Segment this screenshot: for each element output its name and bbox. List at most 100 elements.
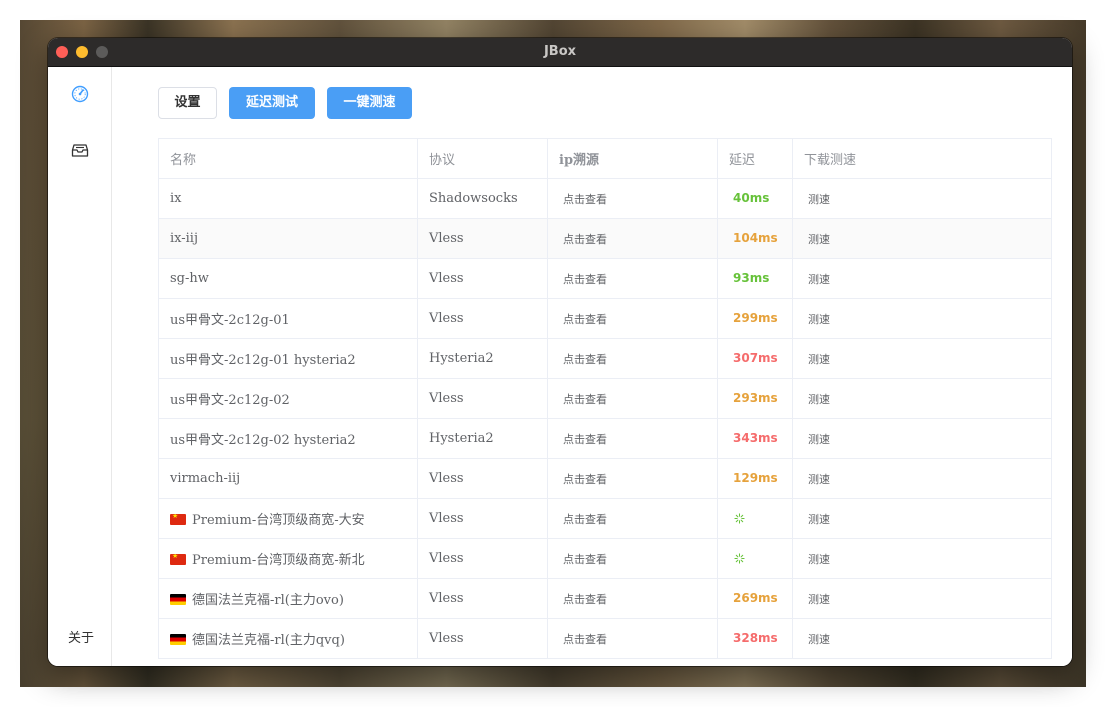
table-row[interactable]: us甲骨文-2c12g-02 hysteria2 Hysteria2 点击查看 343… <box>158 418 1052 459</box>
speed-test-link[interactable]: 测速 <box>804 233 830 246</box>
table-row[interactable]: us甲骨文-2c12g-01 Vless 点击查看 299ms 测速 <box>158 298 1052 339</box>
table-row[interactable]: 德国法兰克福-rl(主力qvq) Vless 点击查看 328ms 测速 <box>158 618 1052 659</box>
view-ip-link[interactable]: 点击查看 <box>559 513 607 526</box>
speed-test-link[interactable]: 测速 <box>804 593 830 606</box>
protocol-cell: Vless <box>417 378 548 419</box>
loading-spinner-icon <box>734 553 745 564</box>
table-row[interactable]: 德国法兰克福-rl(主力ovo) Vless 点击查看 269ms 测速 <box>158 578 1052 619</box>
latency-cell: 40ms <box>717 178 793 219</box>
ip-trace-cell: 点击查看 <box>547 378 718 419</box>
latency-value: 328ms <box>733 631 778 645</box>
latency-value: 129ms <box>733 471 778 485</box>
node-name: 德国法兰克福-rl(主力ovo) <box>192 593 344 608</box>
download-cell: 测速 <box>792 218 1052 259</box>
table-row[interactable]: sg-hw Vless 点击查看 93ms 测速 <box>158 258 1052 299</box>
view-ip-link[interactable]: 点击查看 <box>559 593 607 606</box>
node-name: 德国法兰克福-rl(主力qvq) <box>192 633 345 648</box>
flag-china-icon <box>170 554 186 565</box>
node-name-cell: 德国法兰克福-rl(主力ovo) <box>158 578 418 619</box>
speed-test-link[interactable]: 测速 <box>804 553 830 566</box>
node-name-cell: us甲骨文-2c12g-01 <box>158 298 418 339</box>
protocol-cell: Shadowsocks <box>417 178 548 219</box>
protocol-cell: Vless <box>417 218 548 259</box>
table-row[interactable]: ix Shadowsocks 点击查看 40ms 测速 <box>158 178 1052 219</box>
ip-trace-cell: 点击查看 <box>547 538 718 579</box>
view-ip-link[interactable]: 点击查看 <box>559 193 607 206</box>
speed-test-link[interactable]: 测速 <box>804 193 830 206</box>
latency-value: 40ms <box>733 191 770 205</box>
protocol-cell: Vless <box>417 538 548 579</box>
view-ip-link[interactable]: 点击查看 <box>559 393 607 406</box>
ip-trace-cell: 点击查看 <box>547 298 718 339</box>
loading-spinner-icon <box>734 513 745 524</box>
download-cell: 测速 <box>792 538 1052 579</box>
table-header-row: 名称 协议 ip溯源 延迟 下载测速 <box>158 138 1052 179</box>
latency-value: 269ms <box>733 591 778 605</box>
speed-test-link[interactable]: 测速 <box>804 633 830 646</box>
node-name: us甲骨文-2c12g-01 <box>170 313 290 328</box>
window-title: JBox <box>543 44 577 59</box>
header-name: 名称 <box>158 138 418 179</box>
view-ip-link[interactable]: 点击查看 <box>559 633 607 646</box>
view-ip-link[interactable]: 点击查看 <box>559 233 607 246</box>
node-name: virmach-iij <box>170 471 241 486</box>
download-cell: 测速 <box>792 298 1052 339</box>
flag-germany-icon <box>170 594 186 605</box>
table-row[interactable]: us甲骨文-2c12g-02 Vless 点击查看 293ms 测速 <box>158 378 1052 419</box>
latency-value: 104ms <box>733 231 778 245</box>
main-content: 设置 延迟测试 一键测速 名称 协议 ip溯源 延迟 下载测速 ix Shadow… <box>112 67 1072 666</box>
view-ip-link[interactable]: 点击查看 <box>559 273 607 286</box>
node-name-cell: Premium-台湾顶级商宽-新北 <box>158 538 418 579</box>
speed-test-link[interactable]: 测速 <box>804 393 830 406</box>
ip-trace-cell: 点击查看 <box>547 218 718 259</box>
latency-value: 93ms <box>733 271 770 285</box>
view-ip-link[interactable]: 点击查看 <box>559 313 607 326</box>
table-row[interactable]: Premium-台湾顶级商宽-新北 Vless 点击查看 测速 <box>158 538 1052 579</box>
speed-test-link[interactable]: 测速 <box>804 473 830 486</box>
protocol-cell: Vless <box>417 618 548 659</box>
view-ip-link[interactable]: 点击查看 <box>559 353 607 366</box>
ip-trace-cell: 点击查看 <box>547 338 718 379</box>
node-name: ix-iij <box>170 231 198 246</box>
table-row[interactable]: us甲骨文-2c12g-01 hysteria2 Hysteria2 点击查看 307… <box>158 338 1052 379</box>
latency-cell: 269ms <box>717 578 793 619</box>
ip-trace-cell: 点击查看 <box>547 258 718 299</box>
latency-cell: 328ms <box>717 618 793 659</box>
download-cell: 测速 <box>792 378 1052 419</box>
node-name-cell: ix-iij <box>158 218 418 259</box>
node-name-cell: us甲骨文-2c12g-01 hysteria2 <box>158 338 418 379</box>
speed-test-link[interactable]: 测速 <box>804 433 830 446</box>
latency-test-button[interactable]: 延迟测试 <box>229 87 315 119</box>
flag-germany-icon <box>170 634 186 645</box>
one-click-speed-test-button[interactable]: 一键测速 <box>327 87 412 119</box>
speed-test-link[interactable]: 测速 <box>804 353 830 366</box>
protocol-cell: Vless <box>417 298 548 339</box>
node-name: us甲骨文-2c12g-02 <box>170 393 290 408</box>
ip-trace-cell: 点击查看 <box>547 458 718 499</box>
speed-test-link[interactable]: 测速 <box>804 513 830 526</box>
speed-test-link[interactable]: 测速 <box>804 273 830 286</box>
view-ip-link[interactable]: 点击查看 <box>559 473 607 486</box>
title-bar[interactable]: JBox <box>48 38 1072 67</box>
node-table: 名称 协议 ip溯源 延迟 下载测速 ix Shadowsocks 点击查看 40ms… <box>158 138 1052 659</box>
latency-cell: 343ms <box>717 418 793 459</box>
table-row[interactable]: ix-iij Vless 点击查看 104ms 测速 <box>158 218 1052 259</box>
inbox-icon[interactable] <box>71 141 89 159</box>
speedometer-icon[interactable] <box>71 85 89 103</box>
header-protocol: 协议 <box>417 138 548 179</box>
protocol-cell: Hysteria2 <box>417 418 548 459</box>
view-ip-link[interactable]: 点击查看 <box>559 433 607 446</box>
about-link[interactable]: 关于 <box>68 627 94 646</box>
header-download: 下载测速 <box>792 138 1052 179</box>
table-row[interactable]: Premium-台湾顶级商宽-大安 Vless 点击查看 测速 <box>158 498 1052 539</box>
speed-test-link[interactable]: 测速 <box>804 313 830 326</box>
protocol-cell: Vless <box>417 458 548 499</box>
app-window: JBox 关于 设置 延迟测试 一键测速 名称 协议 ip溯源 延迟 下载测速 … <box>48 38 1072 666</box>
node-name-cell: 德国法兰克福-rl(主力qvq) <box>158 618 418 659</box>
download-cell: 测速 <box>792 258 1052 299</box>
settings-button[interactable]: 设置 <box>158 87 217 119</box>
view-ip-link[interactable]: 点击查看 <box>559 553 607 566</box>
node-name: ix <box>170 191 182 206</box>
node-name-cell: ix <box>158 178 418 219</box>
table-row[interactable]: virmach-iij Vless 点击查看 129ms 测速 <box>158 458 1052 499</box>
